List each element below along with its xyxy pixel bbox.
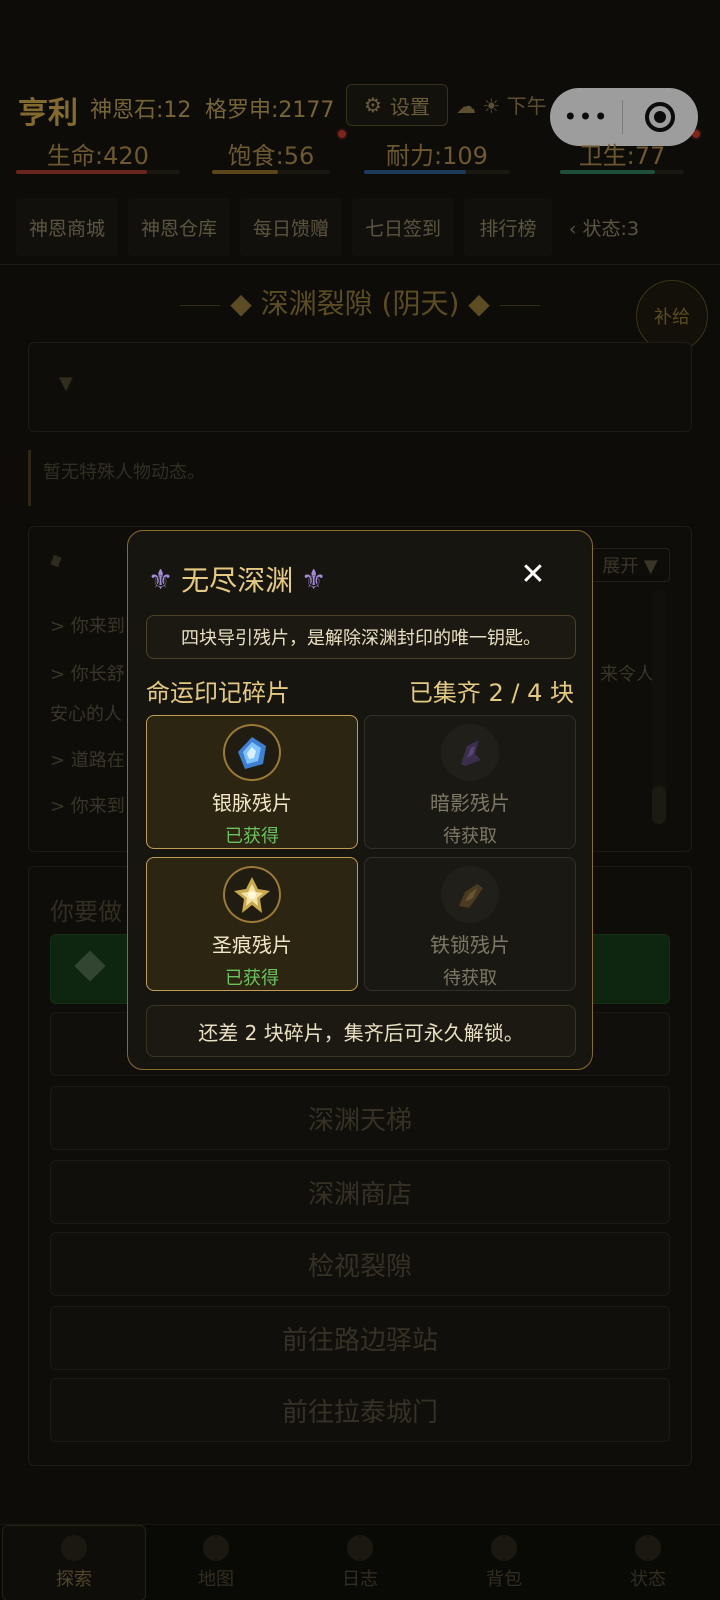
fragment-name: 暗影残片 [430,791,510,815]
silver-crystal-icon [223,724,281,781]
fragment-name: 铁锁残片 [430,933,510,957]
fragment-card-iron-lock[interactable]: 铁锁残片 待获取 [364,857,576,991]
fragment-name: 圣痕残片 [212,933,292,957]
modal-title: ⚜ 无尽深渊 ⚜ [148,559,326,599]
modal-title-text: 无尽深渊 [181,564,294,597]
fragment-status: 已获得 [225,826,279,847]
fragments-progress: 已集齐 2 / 4 块 [408,679,574,707]
game-screen: 亨利 神恩石:12 格罗申:2177 ⚙ 设置 ☁ ☀ 下午 · 第13天 ••… [0,0,720,1600]
fleur-de-lis-icon: ⚜ [148,562,174,596]
modal-description: 四块导引残片，是解除深渊封印的唯一钥匙。 [146,615,576,659]
fragment-status: 待获取 [443,968,497,989]
fleur-de-lis-icon: ⚜ [301,562,327,596]
fragment-card-holy[interactable]: 圣痕残片 已获得 [146,857,358,991]
endless-abyss-modal: ⚜ 无尽深渊 ⚜ ✕ 四块导引残片，是解除深渊封印的唯一钥匙。 命运印记碎片 已… [127,530,593,1070]
fragment-status: 待获取 [443,826,497,847]
close-icon[interactable]: ✕ [516,557,550,592]
holy-crystal-icon [223,866,281,923]
iron-shard-icon [441,866,499,923]
fragment-card-silver[interactable]: 银脉残片 已获得 [146,715,358,849]
fragment-status: 已获得 [225,968,279,989]
fragment-name: 银脉残片 [212,791,292,815]
modal-footer-hint: 还差 2 块碎片，集齐后可永久解锁。 [146,1005,576,1057]
fragment-card-shadow[interactable]: 暗影残片 待获取 [364,715,576,849]
shadow-shard-icon [441,724,499,781]
fragments-title: 命运印记碎片 [146,679,290,707]
